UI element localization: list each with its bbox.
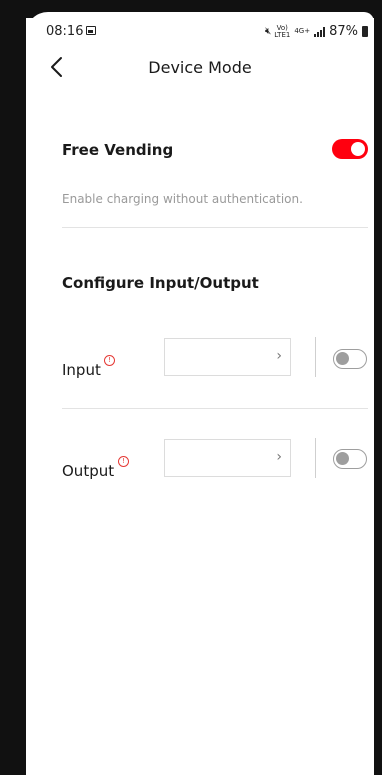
vertical-separator bbox=[315, 438, 316, 478]
page-title: Device Mode bbox=[148, 58, 252, 77]
section-divider bbox=[62, 227, 368, 228]
status-icons: 🔇︎ Vo) LTE1 4G+ 87% bbox=[265, 24, 368, 39]
free-vending-label: Free Vending bbox=[62, 141, 174, 159]
screen: 08:16 🔇︎ Vo) LTE1 4G+ 87% Device Mode Fr… bbox=[0, 0, 382, 775]
mute-icon: 🔇︎ bbox=[264, 26, 271, 37]
gallery-notification-icon bbox=[86, 26, 96, 35]
vertical-separator bbox=[315, 337, 316, 377]
row-divider bbox=[62, 408, 368, 409]
toggle-knob bbox=[336, 352, 349, 365]
configure-io-title: Configure Input/Output bbox=[62, 274, 259, 292]
input-label: Input bbox=[62, 361, 101, 379]
app-content: 08:16 🔇︎ Vo) LTE1 4G+ 87% Device Mode Fr… bbox=[26, 12, 374, 775]
toggle-knob bbox=[351, 142, 365, 156]
input-select[interactable]: › bbox=[164, 338, 291, 376]
status-bar: 08:16 🔇︎ Vo) LTE1 4G+ 87% bbox=[26, 12, 374, 48]
device-frame-left bbox=[0, 0, 26, 775]
network-type-label: 4G+ bbox=[294, 27, 311, 35]
status-time: 08:16 bbox=[46, 24, 84, 39]
output-info-icon[interactable]: ! bbox=[118, 456, 129, 467]
input-info-icon[interactable]: ! bbox=[104, 355, 115, 366]
device-frame-right bbox=[374, 0, 382, 775]
chevron-right-icon: › bbox=[276, 348, 282, 364]
toggle-knob bbox=[336, 452, 349, 465]
output-label: Output bbox=[62, 462, 115, 480]
header: Device Mode bbox=[26, 48, 374, 88]
free-vending-description: Enable charging without authentication. bbox=[62, 192, 303, 206]
volte-bottom-label: LTE1 bbox=[274, 30, 291, 39]
battery-percent: 87% bbox=[329, 24, 358, 39]
free-vending-toggle[interactable] bbox=[332, 139, 368, 159]
battery-icon bbox=[362, 26, 368, 37]
chevron-right-icon: › bbox=[276, 449, 282, 465]
input-toggle[interactable] bbox=[333, 349, 367, 369]
volte-icon: Vo) LTE1 bbox=[274, 24, 291, 39]
output-toggle[interactable] bbox=[333, 449, 367, 469]
output-select[interactable]: › bbox=[164, 439, 291, 477]
signal-icon bbox=[314, 26, 326, 37]
